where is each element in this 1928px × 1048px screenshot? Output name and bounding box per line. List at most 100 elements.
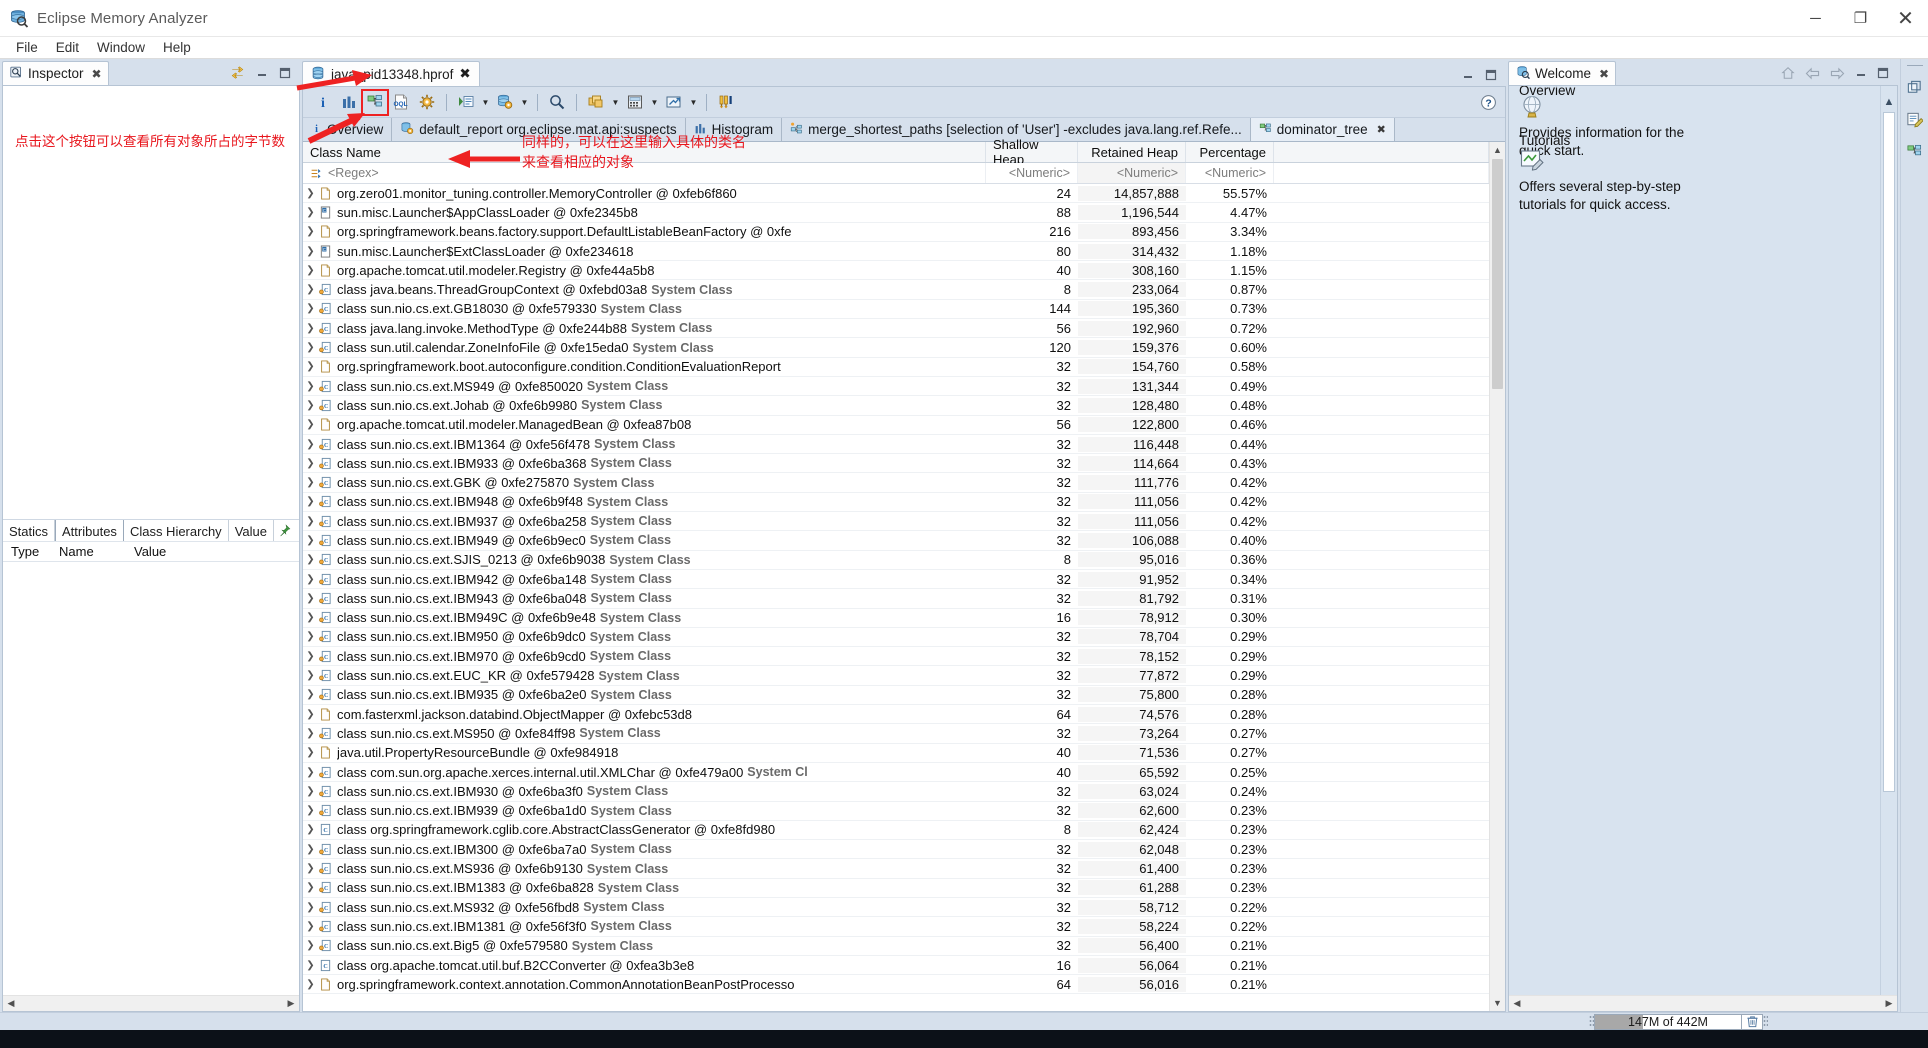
table-row[interactable]: ❯Cclass sun.nio.cs.ext.IBM949C @ 0xfe6b9… [303,609,1489,628]
cell-class-name[interactable]: ❯Cclass sun.nio.cs.ext.MS932 @ 0xfe56fbd… [303,900,986,915]
scroll-track[interactable] [1525,996,1881,1012]
cell-class-name[interactable]: ❯org.apache.tomcat.util.modeler.Registry… [303,263,986,278]
table-row[interactable]: ❯Cclass sun.nio.cs.ext.MS936 @ 0xfe6b913… [303,859,1489,878]
expand-arrow-icon[interactable]: ❯ [303,612,318,623]
cell-class-name[interactable]: ❯Cclass sun.nio.cs.ext.IBM949 @ 0xfe6b9e… [303,533,986,548]
expand-arrow-icon[interactable]: ❯ [303,535,318,546]
filter-percentage[interactable]: <Numeric> [1186,163,1274,183]
cell-class-name[interactable]: ❯Cclass sun.nio.cs.ext.Big5 @ 0xfe579580… [303,938,986,953]
dominator-tree-icon[interactable] [1904,140,1926,162]
table-row[interactable]: ❯Cclass sun.nio.cs.ext.IBM943 @ 0xfe6ba0… [303,589,1489,608]
col-name[interactable]: Name [51,542,126,561]
pin-icon[interactable] [278,520,299,541]
table-row[interactable]: ❯Cclass sun.nio.cs.ext.IBM942 @ 0xfe6ba1… [303,570,1489,589]
expand-arrow-icon[interactable]: ❯ [303,651,318,662]
cell-class-name[interactable]: ❯Csun.misc.Launcher$AppClassLoader @ 0xf… [303,205,986,220]
table-row[interactable]: ❯org.apache.tomcat.util.modeler.ManagedB… [303,416,1489,435]
cell-class-name[interactable]: ❯Cclass sun.util.calendar.ZoneInfoFile @… [303,340,986,355]
expand-arrow-icon[interactable]: ❯ [303,246,318,257]
cell-class-name[interactable]: ❯java.util.PropertyResourceBundle @ 0xfe… [303,745,986,760]
table-row[interactable]: ❯Cclass sun.nio.cs.ext.IBM948 @ 0xfe6b9f… [303,493,1489,512]
cell-class-name[interactable]: ❯Cclass sun.nio.cs.ext.IBM950 @ 0xfe6b9d… [303,629,986,644]
editor-icon[interactable] [1904,108,1926,130]
cell-class-name[interactable]: ❯com.fasterxml.jackson.databind.ObjectMa… [303,707,986,722]
scroll-thumb[interactable] [1883,112,1895,792]
inspector-hscrollbar[interactable]: ◀ ▶ [3,995,299,1011]
expand-arrow-icon[interactable]: ❯ [303,728,318,739]
run-expert-system-icon[interactable] [453,90,479,115]
cell-class-name[interactable]: ❯org.springframework.boot.autoconfigure.… [303,359,986,374]
maximize-icon[interactable] [1485,69,1497,83]
calculator-icon[interactable] [622,90,648,115]
maximize-button[interactable]: ❐ [1838,0,1883,36]
expand-arrow-icon[interactable]: ❯ [303,361,318,372]
expand-arrow-icon[interactable]: ❯ [303,940,318,951]
cell-class-name[interactable]: ❯Cclass sun.nio.cs.ext.IBM300 @ 0xfe6ba7… [303,842,986,857]
table-row[interactable]: ❯Cclass sun.nio.cs.ext.GBK @ 0xfe275870S… [303,473,1489,492]
table-row[interactable]: ❯Cclass sun.util.calendar.ZoneInfoFile @… [303,338,1489,357]
scroll-right-icon[interactable]: ▶ [283,998,299,1009]
column-header-percentage[interactable]: Percentage [1186,142,1274,162]
table-row[interactable]: ❯Cclass sun.nio.cs.ext.IBM935 @ 0xfe6ba2… [303,686,1489,705]
minimize-icon[interactable] [256,67,268,81]
table-row[interactable]: ❯Cclass sun.nio.cs.ext.IBM1383 @ 0xfe6ba… [303,879,1489,898]
expand-arrow-icon[interactable]: ❯ [303,767,318,778]
scroll-left-icon[interactable]: ◀ [3,998,19,1009]
scroll-up-icon[interactable]: ▲ [1884,96,1895,108]
result-tab-overview[interactable]: i Overview [303,118,392,141]
expand-arrow-icon[interactable]: ❯ [303,902,318,913]
table-row[interactable]: ❯Cclass java.lang.invoke.MethodType @ 0x… [303,319,1489,338]
welcome-tab[interactable]: Welcome ✖ [1508,61,1616,85]
welcome-section-title-tutorials[interactable]: Tutorials [1519,133,1570,148]
filter-shallow-heap[interactable]: <Numeric> [986,163,1078,183]
tab-statics[interactable]: Statics [3,520,55,541]
table-row[interactable]: ❯org.springframework.beans.factory.suppo… [303,223,1489,242]
scroll-right-icon[interactable]: ▶ [1881,998,1897,1009]
table-row[interactable]: ❯Cclass sun.nio.cs.ext.MS949 @ 0xfe85002… [303,377,1489,396]
menu-help[interactable]: Help [154,39,200,56]
expand-arrow-icon[interactable]: ❯ [303,226,318,237]
expand-arrow-icon[interactable]: ❯ [303,188,318,199]
expand-arrow-icon[interactable]: ❯ [303,824,318,835]
trash-icon[interactable] [1742,1014,1763,1030]
back-icon[interactable] [1805,67,1820,82]
export-icon[interactable] [661,90,687,115]
chevron-down-icon[interactable]: ▼ [609,90,622,115]
table-row[interactable]: ❯Cclass sun.nio.cs.ext.IBM937 @ 0xfe6ba2… [303,512,1489,531]
maximize-icon[interactable] [1877,67,1889,81]
expand-arrow-icon[interactable]: ❯ [303,786,318,797]
inspector-attribute-list[interactable] [3,562,299,995]
table-row[interactable]: ❯Cclass sun.nio.cs.ext.IBM1364 @ 0xfe56f… [303,435,1489,454]
expand-arrow-icon[interactable]: ❯ [303,419,318,430]
cell-class-name[interactable]: ❯Cclass java.lang.invoke.MethodType @ 0x… [303,321,986,336]
table-row[interactable]: ❯Cclass org.apache.tomcat.util.buf.B2CCo… [303,956,1489,975]
link-with-editor-icon[interactable] [230,66,245,82]
cell-class-name[interactable]: ❯Cclass sun.nio.cs.ext.GB18030 @ 0xfe579… [303,301,986,316]
expand-arrow-icon[interactable]: ❯ [303,709,318,720]
table-row[interactable]: ❯Cclass sun.nio.cs.ext.SJIS_0213 @ 0xfe6… [303,551,1489,570]
maximize-icon[interactable] [279,67,291,81]
menu-edit[interactable]: Edit [47,39,88,56]
table-row[interactable]: ❯Cclass org.springframework.cglib.core.A… [303,821,1489,840]
cell-class-name[interactable]: ❯Cclass sun.nio.cs.ext.MS949 @ 0xfe85002… [303,379,986,394]
col-type[interactable]: Type [3,542,51,561]
cell-class-name[interactable]: ❯Cclass sun.nio.cs.ext.EUC_KR @ 0xfe5794… [303,668,986,683]
filter-class-name[interactable]: <Regex> [303,163,986,183]
cell-class-name[interactable]: ❯Cclass sun.nio.cs.ext.IBM942 @ 0xfe6ba1… [303,572,986,587]
cell-class-name[interactable]: ❯org.apache.tomcat.util.modeler.ManagedB… [303,417,986,432]
cell-class-name[interactable]: ❯Cclass sun.nio.cs.ext.IBM930 @ 0xfe6ba3… [303,784,986,799]
close-icon[interactable]: ✖ [92,67,102,81]
welcome-hscrollbar[interactable]: ◀ ▶ [1509,995,1897,1011]
col-value[interactable]: Value [126,542,299,561]
close-icon[interactable]: ✖ [1599,67,1609,81]
tab-attributes[interactable]: Attributes [55,520,124,541]
table-row[interactable]: ❯Cclass sun.nio.cs.ext.IBM939 @ 0xfe6ba1… [303,802,1489,821]
expand-arrow-icon[interactable]: ❯ [303,207,318,218]
result-tab-dominator-tree[interactable]: dominator_tree ✖ [1251,118,1395,141]
menu-window[interactable]: Window [88,39,154,56]
expand-arrow-icon[interactable]: ❯ [303,284,318,295]
expand-arrow-icon[interactable]: ❯ [303,496,318,507]
cell-class-name[interactable]: ❯Cclass org.apache.tomcat.util.buf.B2CCo… [303,958,986,973]
cell-class-name[interactable]: ❯Cclass sun.nio.cs.ext.SJIS_0213 @ 0xfe6… [303,552,986,567]
home-icon[interactable] [1781,66,1795,82]
